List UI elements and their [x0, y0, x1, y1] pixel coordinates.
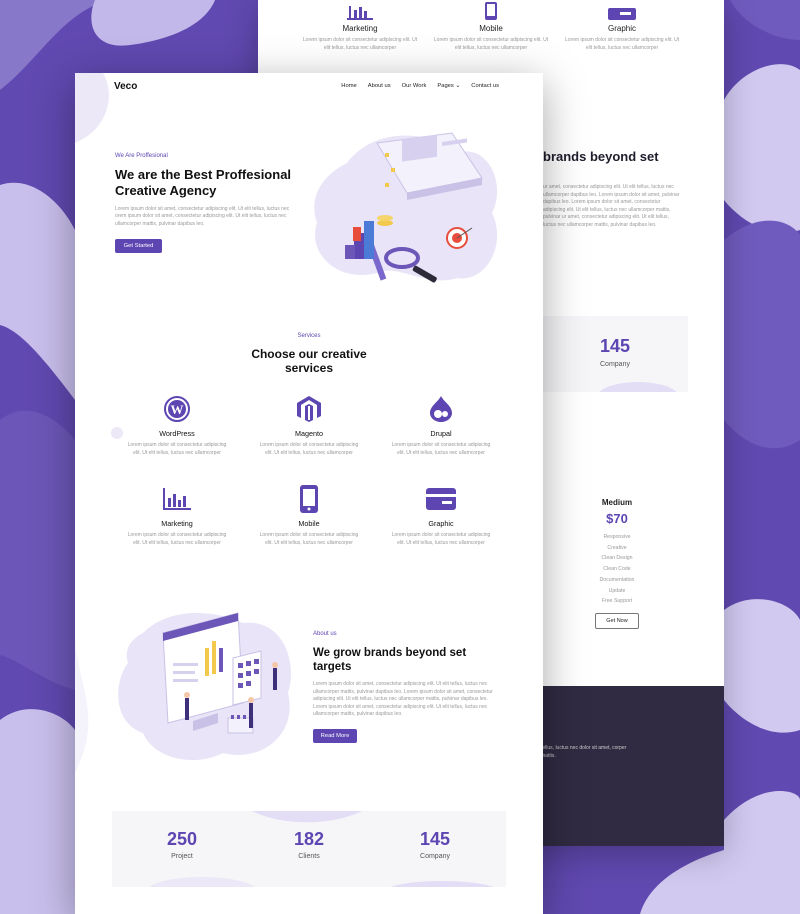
back-service-card: Marketing Lorem ipsum dolor sit consecte…: [300, 0, 420, 52]
back-service-card: Mobile Lorem ipsum dolor sit consectetur…: [431, 0, 551, 52]
service-text: Lorem ipsum dolor sit consectetur adipis…: [391, 532, 491, 546]
back-service-title: Graphic: [607, 24, 636, 33]
nav-link-our-work[interactable]: Our Work: [402, 83, 427, 89]
service-card-graphic[interactable]: Graphic Lorem ipsum dolor sit consectetu…: [391, 485, 491, 547]
service-title: WordPress: [159, 429, 195, 438]
nav-link-home[interactable]: Home: [341, 83, 356, 89]
pricing-feature: Free Support: [601, 598, 633, 605]
mobile-icon: [431, 0, 551, 20]
hero-illustration: [314, 132, 498, 283]
back-stat-value: 145: [600, 336, 631, 356]
pricing-plan-name: Medium: [601, 498, 633, 507]
service-card-magento[interactable]: Magento Lorem ipsum dolor sit consectetu…: [259, 395, 359, 457]
back-stat-label: Company: [600, 361, 630, 368]
logo[interactable]: Veco: [114, 81, 137, 92]
stat-label: Project: [171, 853, 193, 860]
service-card-drupal[interactable]: Drupal Lorem ipsum dolor sit consectetur…: [391, 395, 491, 457]
back-services-row: Marketing Lorem ipsum dolor sit consecte…: [258, 0, 724, 70]
bar-chart-icon: [300, 0, 420, 20]
stat-value: 145: [419, 829, 451, 849]
hero-title: We are the Best Proffesional Creative Ag…: [115, 167, 292, 198]
stat-label: Clients: [298, 853, 320, 860]
back-service-title: Marketing: [342, 24, 378, 33]
pricing-feature: Update: [608, 587, 626, 594]
nav-link-pages[interactable]: Pages ⌄: [437, 83, 460, 89]
pricing-feature: Clean Design: [601, 555, 633, 562]
stat-clients: 182 Clients: [269, 829, 349, 860]
service-title: Marketing: [161, 519, 193, 528]
drupal-icon: [391, 395, 491, 423]
service-title: Drupal: [430, 429, 452, 438]
pricing-feature: Responsive: [603, 534, 631, 540]
back-stats-panel: 145 Company: [538, 316, 688, 392]
magento-icon: [259, 395, 359, 423]
service-card-wordpress[interactable]: W WordPress Lorem ipsum dolor sit consec…: [127, 395, 227, 457]
back-about-title: brands beyond set: [543, 149, 659, 164]
credit-card-icon: [391, 485, 491, 513]
service-title: Graphic: [428, 519, 454, 528]
service-text: Lorem ipsum dolor sit consectetur adipis…: [259, 532, 359, 546]
mobile-icon: [259, 485, 359, 513]
back-about-text: ur amet, consectetur adipiscing elit. Ut…: [543, 184, 680, 228]
pricing-feature: Creative: [607, 544, 627, 551]
nav-link-about[interactable]: About us: [368, 83, 391, 89]
wordpress-icon: W: [127, 395, 227, 423]
back-service-text: Lorem ipsum dolor sit consectetur adipis…: [433, 37, 549, 51]
about-text: Lorem ipsum dolor sit amet, consectetur …: [313, 681, 493, 718]
stat-value: 182: [293, 829, 325, 849]
service-title: Mobile: [298, 519, 320, 528]
front-page: Veco Home About us Our Work Pages ⌄ Cont…: [75, 73, 543, 914]
pricing-price: $70: [606, 511, 628, 526]
service-card-marketing[interactable]: Marketing Lorem ipsum dolor sit consecte…: [127, 485, 227, 547]
back-pricing-card: Medium $70 Responsive Creative Clean Des…: [572, 498, 662, 629]
service-title: Magento: [295, 429, 323, 438]
read-more-button[interactable]: Read More: [313, 729, 357, 743]
services-title-text: Choose our creative services: [251, 347, 367, 375]
pricing-feature: Clean Code: [603, 566, 631, 573]
credit-card-icon: [562, 0, 682, 20]
back-service-card: Graphic Lorem ipsum dolor sit consectetu…: [562, 0, 682, 52]
pricing-feature: Documentation: [599, 576, 635, 583]
back-service-title: Mobile: [479, 24, 503, 33]
back-service-text: Lorem ipsum dolor sit consectetur adipis…: [564, 37, 680, 51]
get-now-button[interactable]: Get Now: [595, 612, 639, 629]
nav-link-contact[interactable]: Contact us: [471, 83, 499, 89]
about-title: We grow brands beyond set targets: [313, 647, 467, 673]
service-text: Lorem ipsum dolor sit consectetur adipis…: [391, 442, 491, 456]
pricing-feature-list: Responsive Creative Clean Design Clean C…: [572, 532, 662, 607]
stats-panel: 250 Project 182 Clients 145 Company: [112, 811, 506, 887]
about-eyebrow: About us: [313, 631, 337, 637]
nav-links: Home About us Our Work Pages ⌄ Contact u…: [341, 83, 499, 89]
services-title: Choose our creative services: [75, 347, 543, 375]
service-card-mobile[interactable]: Mobile Lorem ipsum dolor sit consectetur…: [259, 485, 359, 547]
svg-text:W: W: [171, 402, 184, 417]
hero-text: Lorem ipsum dolor sit amet, consectetur …: [115, 206, 290, 227]
top-nav: Veco Home About us Our Work Pages ⌄ Cont…: [75, 73, 543, 101]
service-text: Lorem ipsum dolor sit consectetur adipis…: [127, 442, 227, 456]
stat-company: 145 Company: [395, 829, 475, 860]
bar-chart-icon: [127, 485, 227, 513]
chevron-down-icon: ⌄: [455, 83, 461, 89]
hero-eyebrow: We Are Proffesional: [115, 153, 168, 159]
stat-project: 250 Project: [142, 829, 222, 860]
back-service-text: Lorem ipsum dolor sit consectetur adipis…: [302, 37, 418, 51]
stat-label: Company: [420, 853, 450, 860]
service-text: Lorem ipsum dolor sit consectetur adipis…: [259, 442, 359, 456]
about-illustration: [118, 612, 291, 761]
nav-link-pages-label: Pages: [437, 83, 454, 89]
back-footer-text: tellus, luctus nec dolor sit amet, corpe…: [541, 745, 627, 759]
service-text: Lorem ipsum dolor sit consectetur adipis…: [127, 532, 227, 546]
get-started-button[interactable]: Get Started: [115, 239, 162, 253]
services-eyebrow: Services: [297, 333, 321, 339]
stat-value: 250: [166, 829, 198, 849]
